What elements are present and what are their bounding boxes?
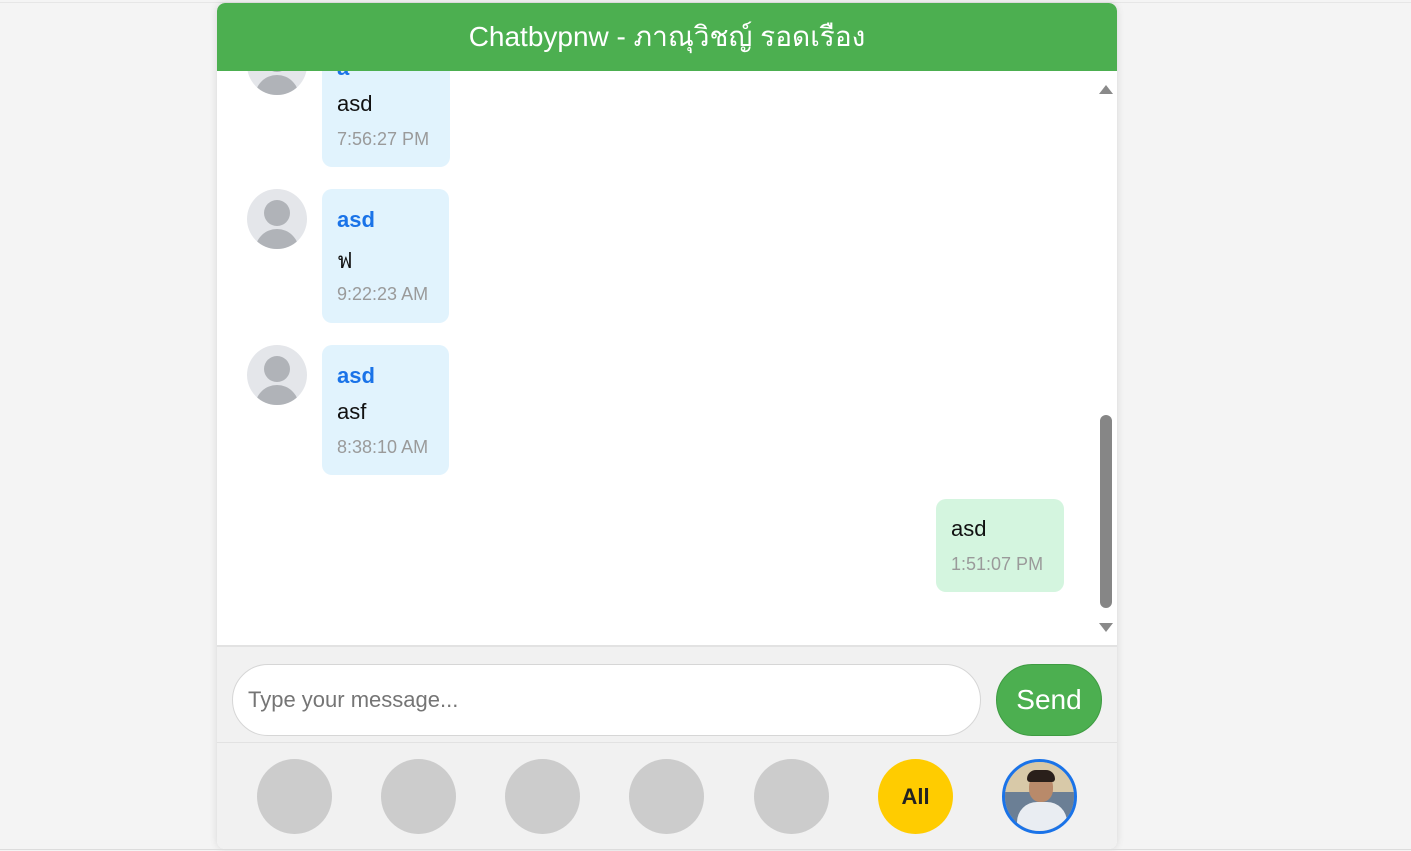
message-text: asd (337, 91, 373, 116)
user-slot[interactable] (629, 759, 704, 834)
user-slot[interactable] (505, 759, 580, 834)
message-input[interactable] (232, 664, 981, 736)
incoming-message-bubble: asd ฟ 9:22:23 AM (322, 189, 449, 323)
message-item: a asd 7:56:27 PM (217, 71, 1117, 171)
user-selector-bar: All (217, 743, 1117, 849)
message-text: asd (951, 516, 987, 541)
message-time: 7:56:27 PM (337, 129, 430, 149)
incoming-message-bubble: a asd 7:56:27 PM (322, 71, 450, 167)
message-item: asd 1:51:07 PM (217, 499, 1117, 599)
triangle-down-icon[interactable] (1099, 623, 1113, 632)
message-sender: asd (337, 207, 375, 232)
message-composer: Send (217, 645, 1117, 743)
chat-window: Chatbypnw - ภาณุวิชญ์ รอดเรือง a asd 7:5… (217, 3, 1117, 849)
user-slot[interactable] (754, 759, 829, 834)
send-button[interactable]: Send (996, 664, 1102, 736)
outgoing-message-bubble: asd 1:51:07 PM (936, 499, 1064, 592)
message-text: asf (337, 399, 367, 424)
message-list[interactable]: a asd 7:56:27 PM asd ฟ 9:22:23 AM asd (217, 71, 1117, 647)
page-bottom-divider (0, 849, 1411, 850)
self-profile-avatar[interactable] (1002, 759, 1077, 834)
chat-header-title: Chatbypnw - ภาณุวิชญ์ รอดเรือง (217, 3, 1117, 72)
user-slot[interactable] (381, 759, 456, 834)
message-sender: a (337, 71, 349, 81)
user-slot[interactable] (257, 759, 332, 834)
message-scrollbar[interactable] (1095, 71, 1117, 647)
message-text: ฟ (337, 248, 353, 273)
user-avatar-icon (247, 345, 307, 405)
message-time: 9:22:23 AM (337, 284, 429, 304)
triangle-up-icon[interactable] (1099, 85, 1113, 94)
message-sender: asd (337, 363, 375, 388)
incoming-message-bubble: asd asf 8:38:10 AM (322, 345, 449, 475)
user-avatar-icon (247, 71, 307, 95)
all-users-button[interactable]: All (878, 759, 953, 834)
message-item: asd asf 8:38:10 AM (217, 345, 1117, 485)
message-time: 8:38:10 AM (337, 437, 429, 457)
scrollbar-thumb[interactable] (1100, 415, 1112, 608)
user-avatar-icon (247, 189, 307, 249)
message-item: asd ฟ 9:22:23 AM (217, 189, 1117, 329)
message-time: 1:51:07 PM (951, 554, 1044, 574)
